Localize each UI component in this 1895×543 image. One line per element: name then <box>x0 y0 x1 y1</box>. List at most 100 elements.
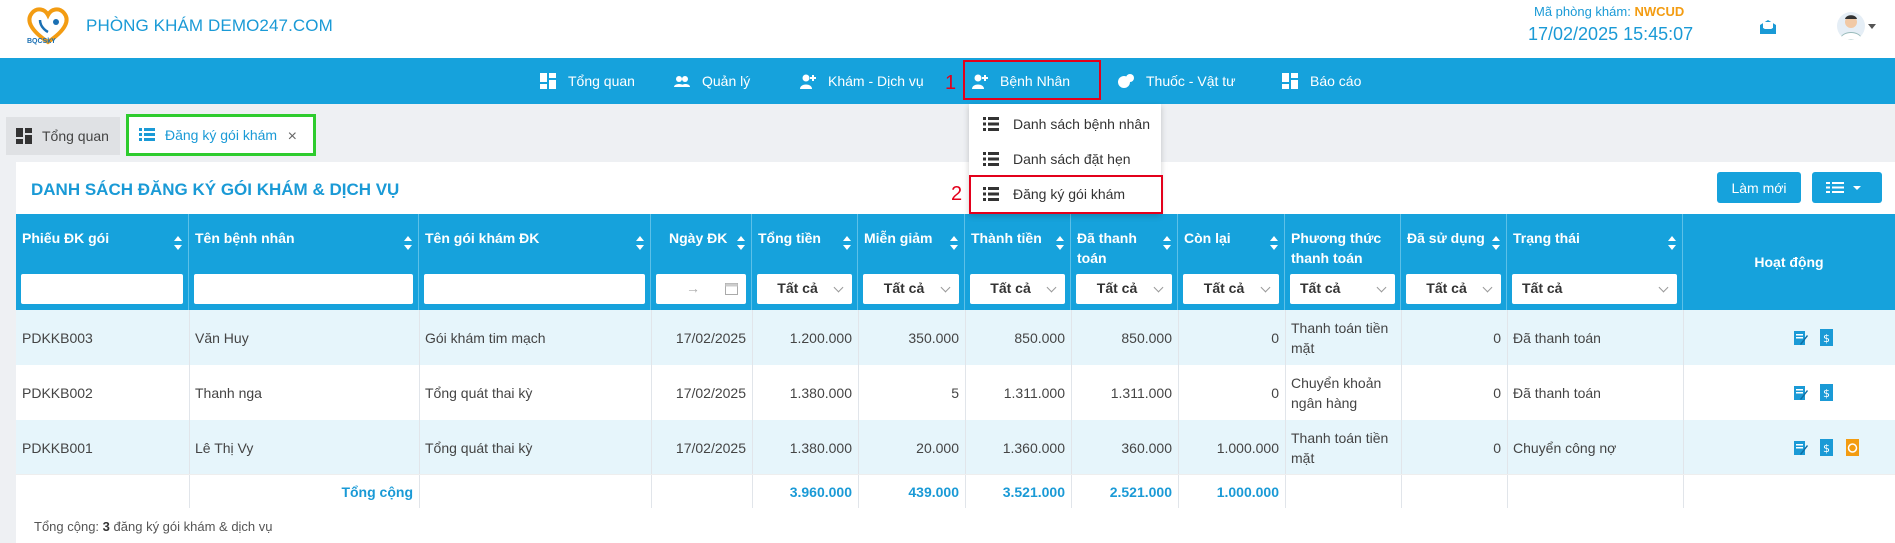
filter-select-amount[interactable]: Tất cả <box>970 274 1065 304</box>
column-label: Đã sử dụng <box>1407 230 1485 246</box>
nav-item-overview[interactable]: Tổng quan <box>540 58 635 104</box>
column-header-remaining[interactable]: Còn lại Tất cả <box>1178 214 1285 310</box>
nav-item-medicine-supplies[interactable]: Thuốc - Vật tư <box>1118 58 1236 104</box>
filter-input-patient[interactable] <box>194 274 413 304</box>
date-range-filter[interactable]: → <box>656 274 746 304</box>
filter-select-payment-method[interactable]: Tất cả <box>1290 274 1395 304</box>
column-header-payment-method[interactable]: Phương thức thanh toán Tất cả <box>1285 214 1401 310</box>
sort-icon[interactable] <box>950 236 958 250</box>
column-header-used[interactable]: Đã sử dụng Tất cả <box>1401 214 1507 310</box>
filter-select-remaining[interactable]: Tất cả <box>1183 274 1279 304</box>
menu-item-appointment-list[interactable]: Danh sách đặt hẹn <box>969 141 1161 176</box>
sort-icon[interactable] <box>636 236 644 250</box>
nav-item-label: Khám - Dịch vụ <box>828 73 924 89</box>
cell-payment-method: Thanh toán tiền mặt <box>1291 429 1389 466</box>
date-range-arrow: → <box>686 280 700 296</box>
totals-paid: 2.521.000 <box>1109 484 1172 500</box>
logo-text: BQCSkY <box>27 38 56 45</box>
dashboard-icon <box>16 128 32 144</box>
user-avatar[interactable] <box>1837 12 1865 40</box>
column-header-date[interactable]: Ngày ĐK → <box>651 214 752 310</box>
step-number-1: 1 <box>945 72 957 94</box>
nav-item-label: Báo cáo <box>1310 73 1362 89</box>
list-icon <box>139 128 155 141</box>
close-icon[interactable]: × <box>288 128 297 146</box>
nav-item-label: Quản lý <box>702 73 751 89</box>
tab-package-registration[interactable]: Đăng ký gói khám × <box>126 114 316 156</box>
nav-item-reports[interactable]: Báo cáo <box>1282 58 1361 104</box>
column-header-total[interactable]: Tổng tiền Tất cả <box>752 214 858 310</box>
edit-icon[interactable] <box>1794 439 1808 457</box>
sort-icon[interactable] <box>1056 236 1064 250</box>
cell-amount: 1.311.000 <box>1003 384 1065 401</box>
sort-icon[interactable] <box>1270 236 1278 250</box>
invoice-icon[interactable]: $ <box>1820 439 1834 457</box>
table-header: Phiếu ĐK gói Tên bệnh nhân Tên gói khám … <box>16 214 1895 310</box>
sort-icon[interactable] <box>1163 236 1171 250</box>
filter-input-package[interactable] <box>424 274 645 304</box>
report-icon <box>1282 73 1298 89</box>
svg-text:$: $ <box>1823 387 1830 400</box>
cell-remaining: 0 <box>1271 329 1279 346</box>
column-header-discount[interactable]: Miễn giảm Tất cả <box>858 214 965 310</box>
column-header-package[interactable]: Tên gói khám ĐK <box>419 214 651 310</box>
cell-total: 1.380.000 <box>789 439 852 456</box>
step-number-2: 2 <box>951 183 963 205</box>
filter-value: Tất cả <box>1426 280 1467 296</box>
invoice-icon[interactable]: $ <box>1820 329 1834 347</box>
sort-icon[interactable] <box>1668 236 1676 250</box>
mail-icon[interactable] <box>1760 20 1776 34</box>
invoice-icon[interactable]: $ <box>1820 384 1834 402</box>
filter-input-code[interactable] <box>21 274 183 304</box>
column-header-patient[interactable]: Tên bệnh nhân <box>189 214 419 310</box>
tab-label: Đăng ký gói khám <box>165 127 278 143</box>
user-avatar-icon <box>1839 15 1863 40</box>
column-header-paid[interactable]: Đã thanh toán Tất cả <box>1071 214 1178 310</box>
sort-icon[interactable] <box>1492 236 1500 250</box>
tab-overview[interactable]: Tổng quan <box>6 117 120 155</box>
menu-item-patient-list[interactable]: Danh sách bệnh nhân <box>969 106 1161 141</box>
filter-select-paid[interactable]: Tất cả <box>1076 274 1172 304</box>
table-row[interactable]: PDKKB001 Lê Thị Vy Tổng quát thai kỳ 17/… <box>16 420 1895 475</box>
refresh-button[interactable]: Làm mới <box>1717 172 1801 203</box>
nav-item-management[interactable]: Quản lý <box>674 58 750 104</box>
filter-select-used[interactable]: Tất cả <box>1406 274 1501 304</box>
user-menu-caret-icon[interactable] <box>1868 24 1876 29</box>
filter-value: Tất cả <box>1522 280 1563 296</box>
sort-icon[interactable] <box>174 236 182 250</box>
cell-total: 1.380.000 <box>789 384 852 401</box>
debt-payment-icon[interactable] <box>1846 439 1860 457</box>
table-row[interactable]: PDKKB002 Thanh nga Tổng quát thai kỳ 17/… <box>16 365 1895 420</box>
cell-discount: 350.000 <box>908 329 959 346</box>
cell-date: 17/02/2025 <box>675 329 746 346</box>
column-label: Hoạt động <box>1754 254 1824 270</box>
filter-value: Tất cả <box>1096 280 1138 296</box>
calendar-icon[interactable] <box>725 282 738 295</box>
column-header-code[interactable]: Phiếu ĐK gói <box>16 214 189 310</box>
filter-select-discount[interactable]: Tất cả <box>863 274 959 304</box>
edit-icon[interactable] <box>1794 329 1808 347</box>
table-row[interactable]: PDKKB003 Văn Huy Gói khám tim mạch 17/02… <box>16 310 1895 365</box>
clinic-brand-name: PHÒNG KHÁM DEMO247.COM <box>86 16 333 35</box>
column-header-status[interactable]: Trạng thái Tất cả <box>1507 214 1683 310</box>
column-label: Còn lại <box>1184 230 1231 246</box>
medicine-icon <box>1118 74 1134 88</box>
cell-code: PDKKB003 <box>22 329 93 346</box>
cell-payment-method: Chuyển khoản ngân hàng <box>1291 374 1382 411</box>
cell-used: 0 <box>1493 439 1501 456</box>
filter-value: Tất cả <box>883 280 925 296</box>
edit-icon[interactable] <box>1794 384 1808 402</box>
column-options-button[interactable] <box>1812 172 1882 203</box>
sort-icon[interactable] <box>843 236 851 250</box>
column-label: Thành tiền <box>971 230 1042 246</box>
column-label: Đã thanh toán <box>1077 230 1137 266</box>
filter-select-status[interactable]: Tất cả <box>1512 274 1677 304</box>
column-header-amount[interactable]: Thành tiền Tất cả <box>965 214 1071 310</box>
sort-icon[interactable] <box>737 236 745 250</box>
sort-icon[interactable] <box>404 236 412 250</box>
dashboard-icon <box>540 73 556 89</box>
chevron-down-icon <box>1376 282 1387 293</box>
filter-select-total[interactable]: Tất cả <box>757 274 852 304</box>
cell-package: Tổng quát thai kỳ <box>425 439 533 456</box>
nav-item-exam-services[interactable]: Khám - Dịch vụ <box>800 58 924 104</box>
